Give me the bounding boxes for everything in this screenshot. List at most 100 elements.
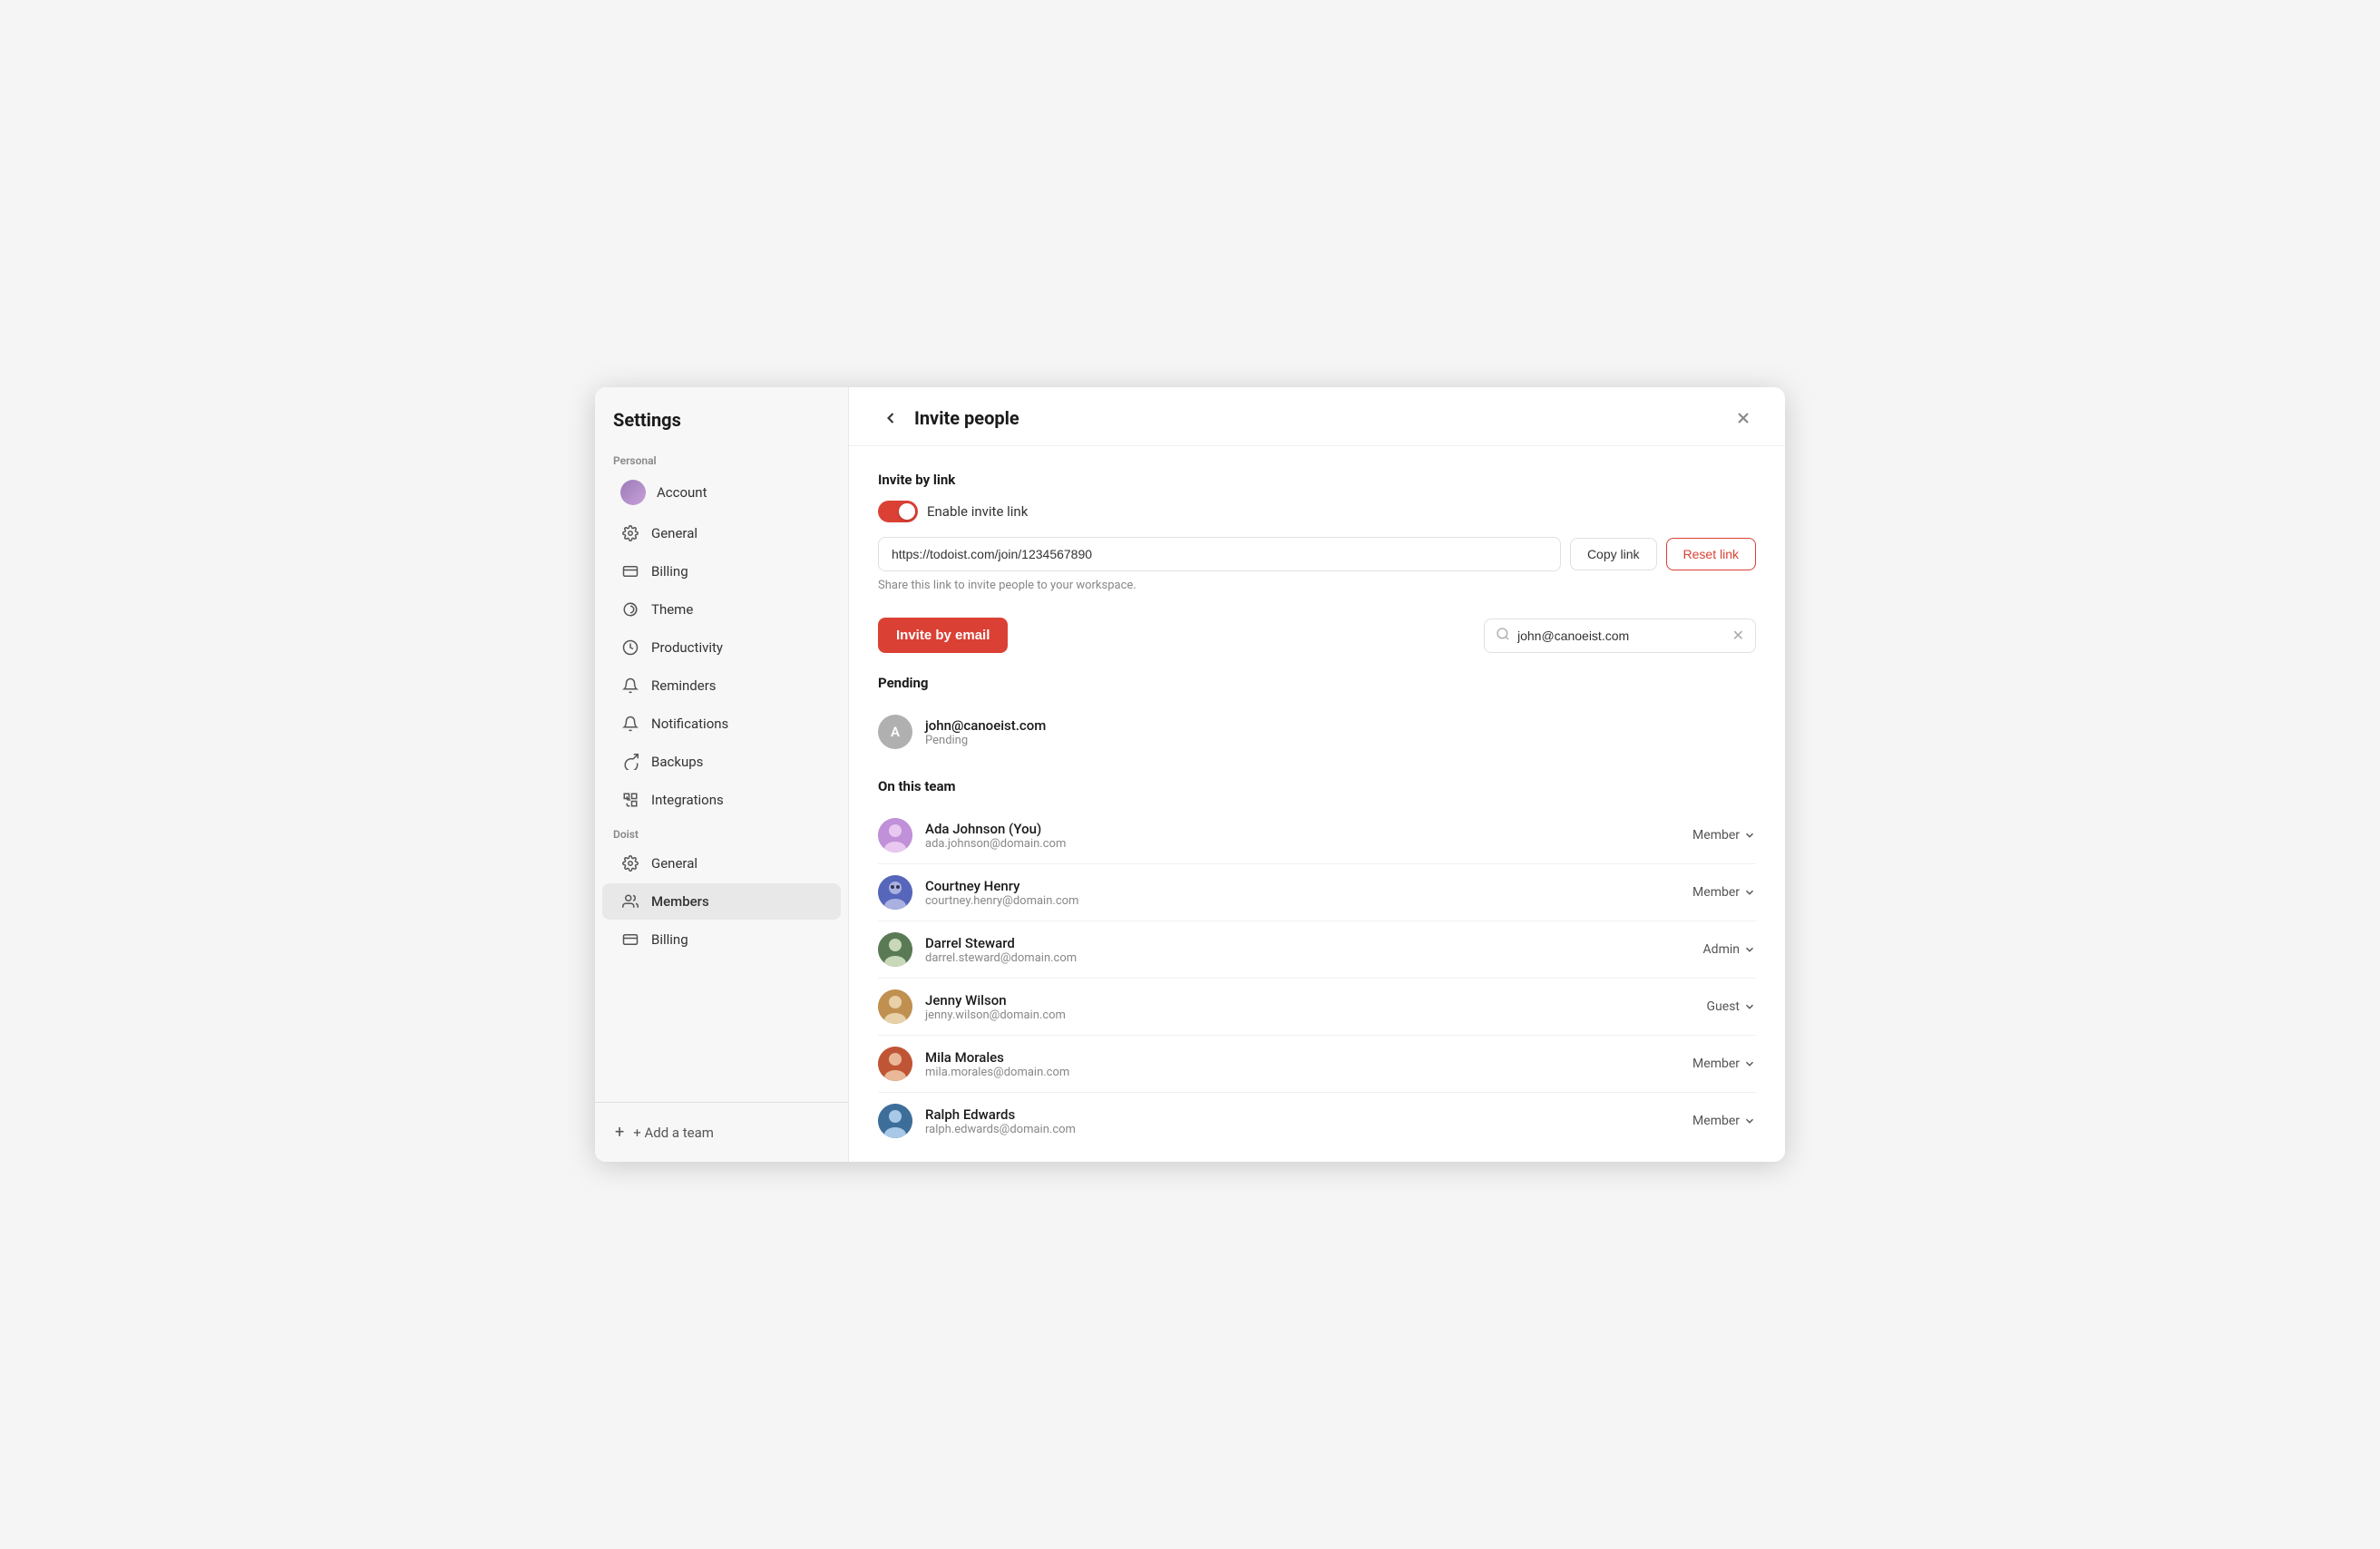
avatar-courtney: [878, 875, 912, 910]
member-email-ralph: ralph.edwards@domain.com: [925, 1123, 1680, 1136]
backups-icon: [620, 752, 640, 772]
header-left: Invite people: [878, 405, 1019, 431]
invite-link-toggle[interactable]: [878, 501, 918, 522]
sidebar-item-theme[interactable]: Theme: [602, 591, 841, 628]
member-info-courtney: Courtney Henry courtney.henry@domain.com: [925, 878, 1680, 908]
avatar-ada: [878, 818, 912, 852]
add-team-label: + Add a team: [633, 1125, 714, 1141]
member-role-darrel[interactable]: Admin: [1703, 942, 1756, 957]
sidebar-item-members-label: Members: [651, 893, 709, 910]
gear-doist-icon: [620, 853, 640, 873]
member-email-darrel: darrel.steward@domain.com: [925, 951, 1691, 965]
gear-icon: [620, 523, 640, 543]
invite-email-row: Invite by email ✕: [878, 618, 1756, 653]
invite-email-button[interactable]: Invite by email: [878, 618, 1008, 653]
member-row-mila: Mila Morales mila.morales@domain.com Mem…: [878, 1036, 1756, 1093]
add-team-button[interactable]: + + Add a team: [602, 1114, 841, 1151]
content-area: Invite by link Enable invite link Copy l…: [849, 446, 1785, 1162]
member-role-ralph[interactable]: Member: [1692, 1114, 1756, 1128]
sidebar-item-account-label: Account: [657, 484, 707, 501]
sidebar-item-billing-doist[interactable]: Billing: [602, 921, 841, 958]
on-team-title: On this team: [878, 778, 1756, 794]
member-name-jenny: Jenny Wilson: [925, 992, 1694, 1008]
sidebar-item-members[interactable]: Members: [602, 883, 841, 920]
member-info-ada: Ada Johnson (You) ada.johnson@domain.com: [925, 821, 1680, 851]
pending-member-row: A john@canoeist.com Pending: [878, 704, 1756, 760]
link-row: Copy link Reset link: [878, 537, 1756, 571]
back-button[interactable]: [878, 405, 903, 431]
sidebar-item-notifications[interactable]: Notifications: [602, 706, 841, 742]
account-avatar: [620, 480, 646, 505]
pending-section: Pending A john@canoeist.com Pending: [878, 675, 1756, 760]
sidebar-item-reminders[interactable]: Reminders: [602, 667, 841, 704]
member-email-ada: ada.johnson@domain.com: [925, 837, 1680, 851]
member-email-jenny: jenny.wilson@domain.com: [925, 1008, 1694, 1022]
members-icon: [620, 891, 640, 911]
reset-link-button[interactable]: Reset link: [1666, 538, 1756, 570]
sidebar-item-theme-label: Theme: [651, 601, 693, 618]
sidebar-item-integrations-label: Integrations: [651, 792, 724, 808]
toggle-row: Enable invite link: [878, 501, 1756, 522]
pending-member-status: Pending: [925, 734, 1756, 747]
copy-link-button[interactable]: Copy link: [1570, 538, 1657, 570]
invite-link-title: Invite by link: [878, 472, 1756, 488]
member-row-jenny: Jenny Wilson jenny.wilson@domain.com Gue…: [878, 979, 1756, 1036]
member-role-courtney[interactable]: Member: [1692, 885, 1756, 900]
notifications-icon: [620, 714, 640, 734]
member-name-ada: Ada Johnson (You): [925, 821, 1680, 837]
search-icon: [1496, 627, 1510, 645]
member-email-courtney: courtney.henry@domain.com: [925, 894, 1680, 908]
member-role-jenny[interactable]: Guest: [1707, 999, 1756, 1014]
sidebar-item-general-doist[interactable]: General: [602, 845, 841, 882]
sidebar: Settings Personal Account General Billin…: [595, 387, 849, 1162]
email-search-input[interactable]: [1517, 628, 1725, 643]
member-name-ralph: Ralph Edwards: [925, 1106, 1680, 1123]
sidebar-item-general-personal-label: General: [651, 525, 697, 541]
sidebar-item-account[interactable]: Account: [602, 472, 841, 513]
sidebar-item-notifications-label: Notifications: [651, 716, 728, 732]
main-header: Invite people: [849, 387, 1785, 446]
avatar-darrel: [878, 932, 912, 967]
member-info-ralph: Ralph Edwards ralph.edwards@domain.com: [925, 1106, 1680, 1136]
avatar-jenny: [878, 989, 912, 1024]
sidebar-item-general-doist-label: General: [651, 855, 697, 872]
integrations-icon: [620, 790, 640, 810]
sidebar-item-general-personal[interactable]: General: [602, 515, 841, 551]
billing-icon: [620, 561, 640, 581]
member-role-ada[interactable]: Member: [1692, 828, 1756, 843]
doist-section-label: Doist: [595, 819, 848, 844]
sidebar-item-integrations[interactable]: Integrations: [602, 782, 841, 818]
link-hint: Share this link to invite people to your…: [878, 579, 1756, 592]
sidebar-item-reminders-label: Reminders: [651, 677, 717, 694]
member-name-darrel: Darrel Steward: [925, 935, 1691, 951]
avatar-ralph: [878, 1104, 912, 1138]
sidebar-item-billing-doist-label: Billing: [651, 931, 688, 948]
invite-link-input[interactable]: [878, 537, 1561, 571]
member-name-courtney: Courtney Henry: [925, 878, 1680, 894]
productivity-icon: [620, 638, 640, 658]
clear-search-button[interactable]: ✕: [1732, 627, 1744, 644]
sidebar-item-backups[interactable]: Backups: [602, 744, 841, 780]
sidebar-item-billing-personal-label: Billing: [651, 563, 688, 580]
sidebar-item-billing-personal[interactable]: Billing: [602, 553, 841, 589]
member-role-mila[interactable]: Member: [1692, 1057, 1756, 1071]
sidebar-bottom: + + Add a team: [595, 1102, 848, 1162]
pending-member-info: john@canoeist.com Pending: [925, 717, 1756, 747]
member-email-mila: mila.morales@domain.com: [925, 1066, 1680, 1079]
settings-title: Settings: [595, 387, 848, 445]
avatar-mila: [878, 1047, 912, 1081]
member-info-darrel: Darrel Steward darrel.steward@domain.com: [925, 935, 1691, 965]
sidebar-item-productivity[interactable]: Productivity: [602, 629, 841, 666]
pending-avatar: A: [878, 715, 912, 749]
pending-title: Pending: [878, 675, 1756, 691]
member-row-courtney: Courtney Henry courtney.henry@domain.com…: [878, 864, 1756, 921]
close-button[interactable]: [1731, 405, 1756, 431]
sidebar-item-backups-label: Backups: [651, 754, 703, 770]
sidebar-item-productivity-label: Productivity: [651, 639, 723, 656]
personal-section-label: Personal: [595, 445, 848, 471]
email-search-box: ✕: [1484, 619, 1756, 653]
on-team-section: On this team Ada Johnson (You) ada.johns…: [878, 778, 1756, 1149]
main-panel: Invite people Invite by link Enable invi…: [849, 387, 1785, 1162]
theme-icon: [620, 599, 640, 619]
pending-member-name: john@canoeist.com: [925, 717, 1756, 734]
